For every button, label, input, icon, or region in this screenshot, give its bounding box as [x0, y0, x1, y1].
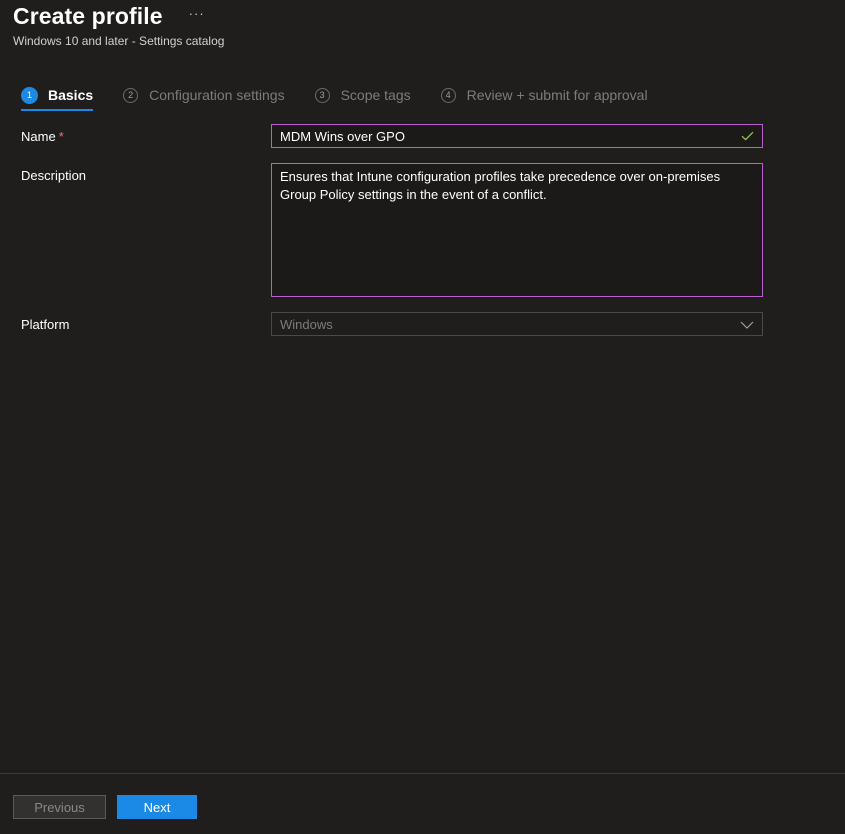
- platform-dropdown-value: Windows: [280, 316, 333, 332]
- name-label-text: Name: [21, 129, 56, 144]
- next-button[interactable]: Next: [117, 795, 197, 819]
- page-title: Create profile: [13, 3, 163, 29]
- wizard-step-scope-tags[interactable]: 3 Scope tags: [314, 85, 411, 105]
- name-input-value: MDM Wins over GPO: [280, 128, 405, 144]
- title-row: Create profile ···: [13, 2, 224, 30]
- chevron-down-icon: [740, 317, 754, 332]
- step-label-scope-tags: Scope tags: [340, 87, 411, 103]
- platform-dropdown[interactable]: Windows: [271, 312, 763, 336]
- step-number-3: 3: [314, 87, 330, 103]
- create-profile-page: Create profile ··· Windows 10 and later …: [0, 0, 845, 834]
- page-header: Create profile ··· Windows 10 and later …: [13, 2, 224, 48]
- required-marker: *: [58, 129, 64, 144]
- name-input[interactable]: MDM Wins over GPO: [271, 124, 763, 148]
- previous-button[interactable]: Previous: [13, 795, 106, 819]
- name-label: Name *: [21, 129, 64, 144]
- step-label-review-submit: Review + submit for approval: [466, 87, 648, 103]
- step-number-4: 4: [440, 87, 456, 103]
- footer-bar: Previous Next: [0, 773, 845, 834]
- step-label-configuration-settings: Configuration settings: [149, 87, 285, 103]
- step-label-basics: Basics: [48, 87, 94, 103]
- step-number-1: 1: [21, 86, 38, 104]
- description-textarea[interactable]: Ensures that Intune configuration profil…: [271, 163, 763, 297]
- wizard-step-basics[interactable]: 1 Basics: [21, 85, 94, 111]
- platform-label: Platform: [21, 317, 70, 332]
- page-subtitle: Windows 10 and later - Settings catalog: [13, 34, 225, 48]
- step-number-2: 2: [123, 87, 139, 103]
- wizard-steps: 1 Basics 2 Configuration settings 3 Scop…: [21, 85, 678, 111]
- wizard-step-review-submit[interactable]: 4 Review + submit for approval: [440, 85, 648, 105]
- wizard-step-configuration-settings[interactable]: 2 Configuration settings: [123, 85, 285, 105]
- more-options-icon[interactable]: ···: [189, 6, 205, 21]
- checkmark-icon: [740, 129, 754, 143]
- description-label: Description: [21, 168, 87, 183]
